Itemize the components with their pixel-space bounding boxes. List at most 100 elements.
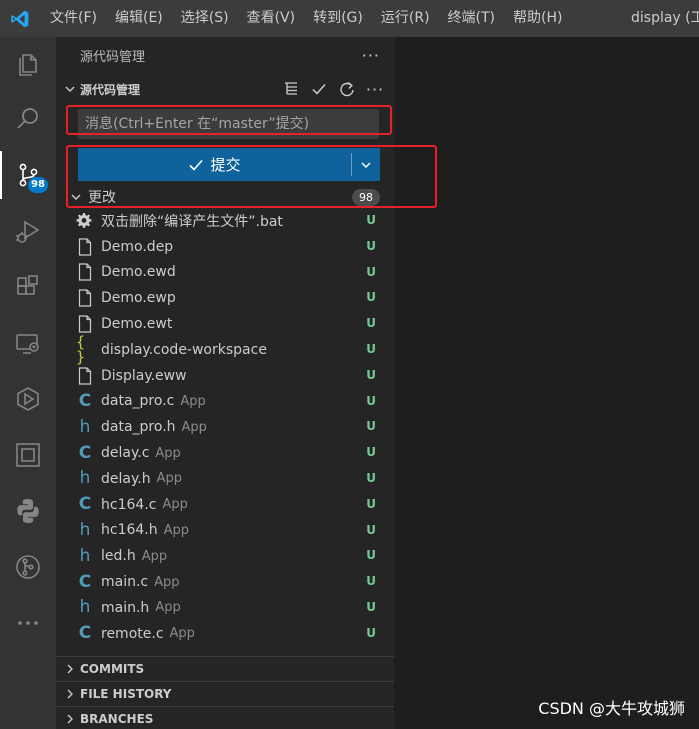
activity-remote-explorer[interactable] bbox=[0, 319, 56, 367]
explorer-icon bbox=[19, 54, 37, 76]
file-row[interactable]: Cmain.c App U bbox=[56, 569, 394, 595]
file-name: hc164.h bbox=[101, 522, 158, 539]
file-row[interactable]: Cremote.c App U bbox=[56, 621, 394, 647]
file-name: main.c bbox=[101, 574, 149, 591]
file-folder: App bbox=[181, 419, 207, 435]
file-row[interactable]: Cdelay.c App U bbox=[56, 440, 394, 466]
file-status-untracked: U bbox=[366, 419, 376, 434]
commit-dropdown-button[interactable] bbox=[352, 148, 380, 181]
file-row[interactable]: h delay.h App U bbox=[56, 466, 394, 492]
activity-source-control[interactable]: 98 bbox=[0, 151, 56, 199]
file-name: hc164.c bbox=[101, 496, 157, 513]
file-status-untracked: U bbox=[366, 341, 376, 356]
menu-terminal[interactable]: 终端(T) bbox=[439, 0, 504, 37]
file-status-untracked: U bbox=[366, 264, 376, 279]
file-name: remote.c bbox=[101, 625, 164, 642]
file-row[interactable]: Demo.ewt U bbox=[56, 311, 394, 337]
check-icon bbox=[189, 159, 204, 171]
section-commits[interactable]: COMMITS bbox=[56, 655, 394, 681]
section-header-scm[interactable]: 源代码管理 ··· bbox=[56, 74, 394, 104]
run-debug-icon bbox=[16, 220, 40, 243]
activity-run-debug[interactable] bbox=[0, 207, 56, 255]
file-name: main.h bbox=[101, 599, 150, 616]
file-row[interactable]: Demo.ewp U bbox=[56, 285, 394, 311]
h-file-icon: h bbox=[79, 468, 91, 489]
activity-python[interactable] bbox=[0, 487, 56, 535]
file-status-untracked: U bbox=[366, 470, 376, 485]
section-file-history[interactable]: FILE HISTORY bbox=[56, 680, 394, 706]
platformio-icon bbox=[17, 387, 39, 411]
menu-selection[interactable]: 选择(S) bbox=[172, 0, 238, 37]
section-branches[interactable]: BRANCHES bbox=[56, 705, 394, 729]
menu-view[interactable]: 查看(V) bbox=[238, 0, 305, 37]
sidebar-more-actions-icon[interactable]: ··· bbox=[362, 46, 380, 65]
commit-check-icon[interactable] bbox=[308, 78, 330, 100]
file-status-untracked: U bbox=[366, 496, 376, 511]
menu-bar: 文件(F) 编辑(E) 选择(S) 查看(V) 转到(G) 运行(R) 终端(T… bbox=[40, 0, 571, 37]
activity-search[interactable] bbox=[0, 95, 56, 143]
file-row[interactable]: { } display.code-workspace U bbox=[56, 334, 394, 364]
file-name: delay.c bbox=[101, 445, 150, 462]
file-name: led.h bbox=[101, 548, 136, 565]
changes-file-list: 双击删除“编译产生文件”.bat U Demo.dep U Demo.ewd U Demo.… bbox=[56, 208, 394, 647]
menu-go[interactable]: 转到(G) bbox=[304, 0, 372, 37]
file-row[interactable]: Chc164.c App U bbox=[56, 492, 394, 518]
commit-message-input[interactable] bbox=[78, 109, 379, 139]
file-row[interactable]: h hc164.h App U bbox=[56, 518, 394, 544]
menu-help[interactable]: 帮助(H) bbox=[504, 0, 571, 37]
remote-explorer-icon bbox=[16, 334, 39, 354]
chevron-right-icon bbox=[60, 663, 80, 675]
c-file-icon: C bbox=[78, 442, 92, 463]
activity-explorer[interactable] bbox=[0, 39, 56, 87]
chevron-down-icon bbox=[60, 83, 80, 95]
commit-button[interactable]: 提交 bbox=[78, 148, 351, 181]
activity-extensions[interactable] bbox=[0, 263, 56, 311]
file-row[interactable]: h main.h App U bbox=[56, 595, 394, 621]
file-folder: App bbox=[169, 626, 195, 642]
changes-group-header[interactable]: 更改 98 bbox=[56, 186, 394, 208]
file-row[interactable]: Display.eww U bbox=[56, 363, 394, 389]
chevron-down-icon bbox=[361, 162, 371, 168]
file-status-untracked: U bbox=[366, 625, 376, 640]
file-name: delay.h bbox=[101, 470, 151, 487]
file-row[interactable]: h led.h App U bbox=[56, 543, 394, 569]
file-status-untracked: U bbox=[366, 367, 376, 382]
view-as-tree-icon[interactable] bbox=[280, 78, 302, 100]
section-more-icon[interactable]: ··· bbox=[364, 78, 386, 100]
h-file-icon: h bbox=[79, 416, 91, 437]
file-status-untracked: U bbox=[366, 522, 376, 537]
file-status-untracked: U bbox=[366, 574, 376, 589]
menu-edit[interactable]: 编辑(E) bbox=[106, 0, 172, 37]
commit-message-wrap bbox=[56, 104, 394, 146]
file-row[interactable]: h data_pro.h App U bbox=[56, 414, 394, 440]
activity-platformio[interactable] bbox=[0, 375, 56, 423]
activity-git-graph[interactable] bbox=[0, 543, 56, 591]
file-row[interactable]: Demo.ewd U bbox=[56, 260, 394, 286]
menu-run[interactable]: 运行(R) bbox=[372, 0, 439, 37]
file-row[interactable]: 双击删除“编译产生文件”.bat U bbox=[56, 208, 394, 234]
window-title: display (工 bbox=[631, 10, 699, 26]
file-row[interactable]: Demo.dep U bbox=[56, 234, 394, 260]
changes-label: 更改 bbox=[88, 190, 116, 206]
file-folder: App bbox=[154, 574, 180, 590]
watermark: CSDN @大牛攻城狮 bbox=[538, 699, 685, 718]
chevron-down-icon bbox=[71, 194, 81, 200]
h-file-icon: h bbox=[79, 597, 91, 618]
extensions-icon bbox=[17, 275, 38, 295]
commit-button-group: 提交 bbox=[78, 148, 380, 181]
activity-chip[interactable] bbox=[0, 431, 56, 479]
menu-file[interactable]: 文件(F) bbox=[40, 0, 106, 37]
file-icon bbox=[76, 315, 94, 333]
section-commits-title: COMMITS bbox=[80, 661, 145, 676]
vscode-logo-icon[interactable] bbox=[0, 0, 40, 37]
activity-more[interactable] bbox=[0, 599, 56, 647]
c-file-icon: C bbox=[78, 623, 92, 644]
file-status-untracked: U bbox=[366, 238, 376, 253]
file-status-untracked: U bbox=[366, 213, 376, 227]
file-status-untracked: U bbox=[366, 548, 376, 563]
file-folder: App bbox=[162, 497, 188, 513]
sidebar-header: 源代码管理 ··· bbox=[56, 37, 394, 74]
file-row[interactable]: Cdata_pro.c App U bbox=[56, 389, 394, 415]
refresh-icon[interactable] bbox=[336, 78, 358, 100]
section-file-history-title: FILE HISTORY bbox=[80, 686, 172, 701]
